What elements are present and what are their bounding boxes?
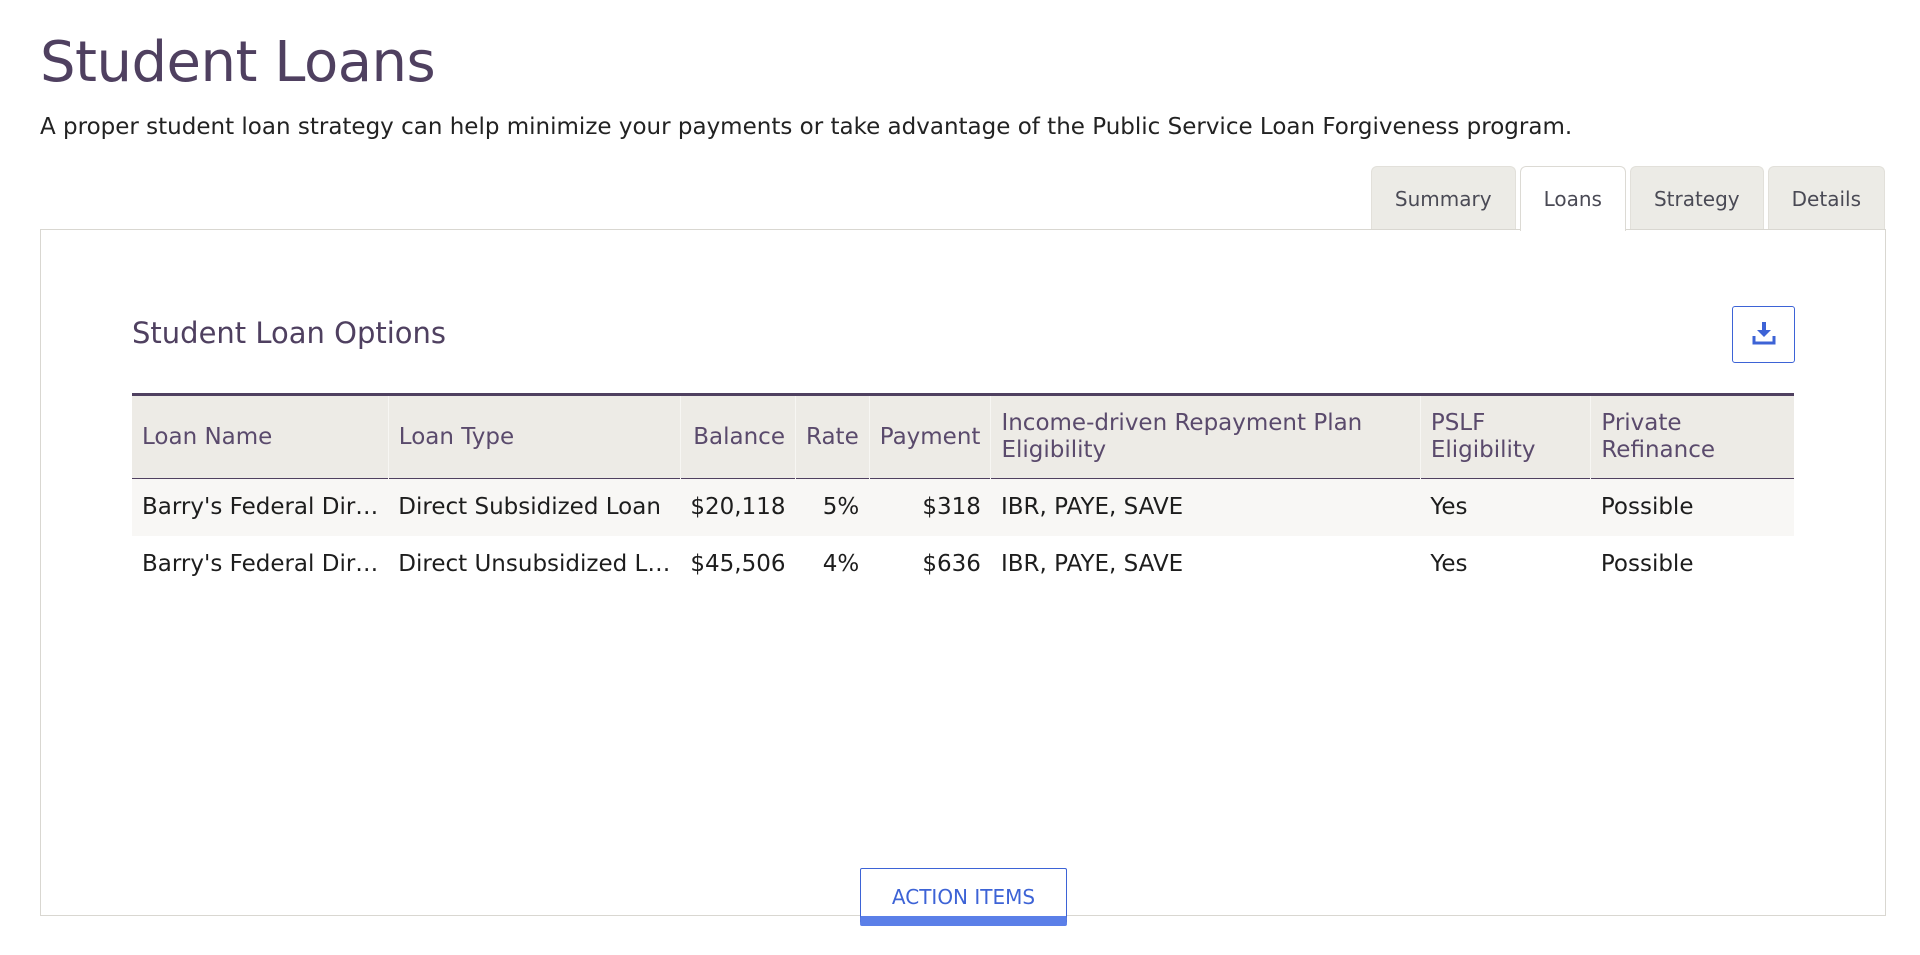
column-header-pslf[interactable]: PSLF Eligibility (1420, 394, 1592, 479)
cell-rate: 4% (822, 551, 860, 577)
table-row[interactable]: Barry's Federal Dir… Direct Subsidized L… (132, 478, 1794, 536)
column-header-loan-name[interactable]: Loan Name (132, 394, 389, 479)
tab-strategy[interactable]: Strategy (1629, 166, 1764, 230)
download-icon (1751, 320, 1777, 350)
cell-loan-name: Barry's Federal Dir… (142, 494, 379, 521)
cell-payment: $318 (922, 494, 981, 521)
column-header-refinance[interactable]: Private Refinance (1591, 395, 1794, 479)
column-header-loan-type[interactable]: Loan Type (388, 394, 681, 479)
page-title: Student Loans (40, 30, 436, 95)
cell-loan-type: Direct Subsidized Loan (398, 494, 661, 521)
action-items-button[interactable]: ACTION ITEMS (860, 868, 1067, 926)
cell-idr: IBR, PAYE, SAVE (1000, 551, 1184, 577)
cell-rate: 5% (822, 494, 860, 521)
cell-refinance: Possible (1600, 494, 1694, 521)
cell-balance: $20,118 (690, 494, 786, 521)
section-title: Student Loan Options (132, 316, 447, 350)
column-header-rate[interactable]: Rate (795, 394, 870, 479)
table-header-row: Loan Name Loan Type Balance Rate Payment… (132, 394, 1794, 479)
cell-idr: IBR, PAYE, SAVE (1000, 494, 1184, 521)
tab-bar: Summary Loans Strategy Details (1370, 166, 1885, 231)
cell-pslf: Yes (1430, 494, 1468, 521)
cell-refinance: Possible (1600, 551, 1694, 577)
table-row[interactable]: Barry's Federal Dir… Direct Unsubsidized… (132, 535, 1794, 593)
loan-options-table: Loan Name Loan Type Balance Rate Payment… (132, 393, 1794, 593)
tab-loans[interactable]: Loans (1519, 166, 1626, 231)
student-loans-page: Student Loans A proper student loan stra… (0, 0, 1920, 955)
download-button[interactable] (1732, 306, 1795, 363)
tab-details[interactable]: Details (1767, 166, 1885, 230)
column-header-idr[interactable]: Income-driven Repayment Plan Eligibility (990, 394, 1421, 479)
loans-panel: Student Loan Options Loan Name Loan Type… (40, 229, 1886, 926)
page-subtitle: A proper student loan strategy can help … (40, 114, 1573, 140)
column-header-balance[interactable]: Balance (680, 394, 796, 479)
cell-loan-name: Barry's Federal Dir… (142, 551, 379, 577)
cell-payment: $636 (922, 551, 981, 577)
column-header-payment[interactable]: Payment (869, 394, 992, 479)
tab-summary[interactable]: Summary (1370, 166, 1516, 230)
cell-loan-type: Direct Unsubsidized L… (398, 551, 671, 577)
cell-balance: $45,506 (690, 551, 786, 577)
cell-pslf: Yes (1430, 551, 1468, 577)
